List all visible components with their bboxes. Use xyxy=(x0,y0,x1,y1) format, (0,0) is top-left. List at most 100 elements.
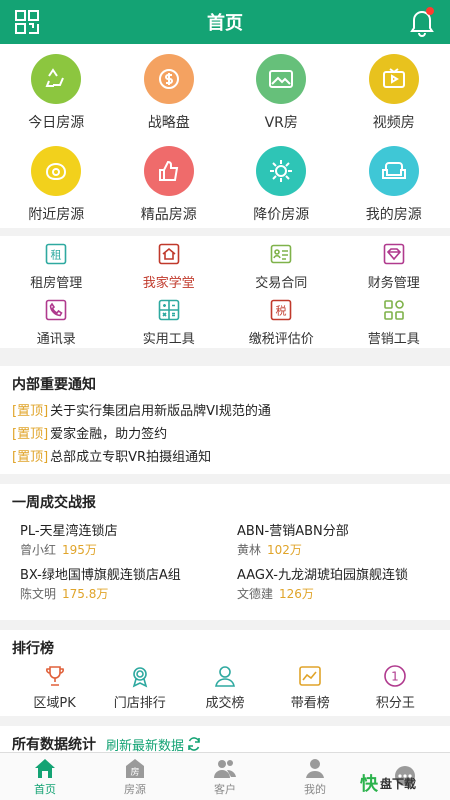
stats-title: 所有数据统计 xyxy=(12,737,96,753)
report-amount: 126万 xyxy=(279,587,314,601)
tool-item-7[interactable]: 营销工具 xyxy=(338,298,450,354)
tools-grid: 租租房管理 我家学堂 交易合同 财务管理 通讯录 实用工具税缴税评估价 营销工具 xyxy=(0,236,450,348)
vr-map-icon xyxy=(256,54,307,104)
report-item[interactable]: BX-绿地国博旗舰连锁店A组 陈文明 175.8万 xyxy=(20,564,237,602)
refresh-button[interactable]: 刷新最新数据 xyxy=(106,735,201,754)
rent-icon: 租 xyxy=(44,242,68,266)
ranking-item-4[interactable]: 1 积分王 xyxy=(353,664,438,711)
notice-text: 爱家金融，助力签约 xyxy=(50,427,168,442)
tab-label: 我的 xyxy=(304,782,326,796)
tab-1[interactable]: 房房源 xyxy=(90,753,180,800)
quick-entry-label: 我的房源 xyxy=(365,207,422,223)
watermark-a: 快 xyxy=(360,774,378,795)
trophy-icon xyxy=(43,664,67,688)
ranking-item-0[interactable]: 区域PK xyxy=(12,664,97,711)
report-item[interactable]: PL-天星湾连锁店 曾小红 195万 xyxy=(20,520,237,558)
ranking-section: 排行榜 区域PK 门店排行 成交榜 带看榜 1 积分王 xyxy=(0,630,450,716)
notice-text: 关于实行集团启用新版品牌VI规范的通 xyxy=(50,404,271,419)
ranking-label: 门店排行 xyxy=(113,696,166,711)
profile-icon xyxy=(303,757,327,779)
quick-entry-1[interactable]: 战略盘 xyxy=(113,54,226,146)
ranking-label: 成交榜 xyxy=(205,696,245,711)
notification-dot xyxy=(426,7,434,15)
tool-label: 财务管理 xyxy=(367,276,420,291)
tab-0[interactable]: 首页 xyxy=(0,753,90,800)
pinned-tag: [置顶] xyxy=(12,427,49,442)
tab-label: 客户 xyxy=(214,782,236,796)
report-amount: 102万 xyxy=(267,543,302,557)
notice-text: 总部成立专职VR拍摄组通知 xyxy=(50,450,212,465)
watermark-logo: 快 盘下载 xyxy=(360,770,444,796)
quick-entry-4[interactable]: 附近房源 xyxy=(0,146,113,238)
diamond-icon xyxy=(382,242,406,266)
quick-entry-5[interactable]: 精品房源 xyxy=(113,146,226,238)
tool-label: 我家学堂 xyxy=(142,276,195,291)
tool-item-2[interactable]: 交易合同 xyxy=(225,242,338,298)
quick-entry-3[interactable]: 视频房 xyxy=(338,54,450,146)
app-header: 首页 xyxy=(0,0,450,44)
contract-icon xyxy=(269,242,293,266)
chart-icon xyxy=(298,664,322,688)
svg-text:1: 1 xyxy=(392,670,400,684)
quick-entry-label: 今日房源 xyxy=(28,115,85,131)
tab-label: 房源 xyxy=(124,782,146,796)
medal-icon xyxy=(128,664,152,688)
report-store: BX-绿地国博旗舰连锁店A组 xyxy=(20,568,181,583)
sun-icon xyxy=(256,146,307,196)
scan-menu-icon[interactable] xyxy=(14,9,40,35)
ranking-item-2[interactable]: 成交榜 xyxy=(182,664,267,711)
tool-item-5[interactable]: 实用工具 xyxy=(113,298,226,354)
tool-label: 营销工具 xyxy=(367,332,420,347)
notice-item[interactable]: [置顶] 爱家金融，助力签约 xyxy=(12,421,438,444)
refresh-label: 刷新最新数据 xyxy=(106,738,185,754)
quick-entry-2[interactable]: VR房 xyxy=(225,54,338,146)
weekly-report-section: 一周成交战报 PL-天星湾连锁店 曾小红 195万 ABN-营销ABN分部 黄林 102万… xyxy=(0,484,450,620)
notice-item[interactable]: [置顶] 关于实行集团启用新版品牌VI规范的通 xyxy=(12,398,438,421)
report-item[interactable]: ABN-营销ABN分部 黄林 102万 xyxy=(237,520,437,558)
customers-icon xyxy=(213,757,237,779)
ranking-item-3[interactable]: 带看榜 xyxy=(268,664,353,711)
tool-item-3[interactable]: 财务管理 xyxy=(338,242,450,298)
stats-section: 所有数据统计 刷新最新数据 xyxy=(0,726,450,754)
tax-icon: 税 xyxy=(269,298,293,322)
notices-section: 内部重要通知 [置顶] 关于实行集团启用新版品牌VI规范的通 [置顶] 爱家金融，助力… xyxy=(0,366,450,474)
quick-entry-label: 视频房 xyxy=(372,115,415,131)
pinned-tag: [置顶] xyxy=(12,404,49,419)
svg-text:房: 房 xyxy=(130,766,139,778)
report-amount: 195万 xyxy=(62,543,97,557)
report-store: PL-天星湾连锁店 xyxy=(20,524,118,539)
home-icon xyxy=(33,757,57,779)
sofa-icon xyxy=(368,146,419,196)
report-title: 一周成交战报 xyxy=(12,495,96,511)
tool-item-6[interactable]: 税缴税评估价 xyxy=(225,298,338,354)
person-icon xyxy=(213,664,237,688)
quick-entry-0[interactable]: 今日房源 xyxy=(0,54,113,146)
ranking-title: 排行榜 xyxy=(12,641,54,657)
tool-label: 缴税评估价 xyxy=(248,332,314,347)
tool-item-1[interactable]: 我家学堂 xyxy=(113,242,226,298)
report-amount: 175.8万 xyxy=(62,587,109,601)
quick-entry-grid: 今日房源 战略盘 VR房 视频房 附近房源 精品房源 降价房源 我的房源 xyxy=(0,44,450,228)
report-item[interactable]: AAGX-九龙湖琥珀园旗舰连锁 文德建 126万 xyxy=(237,564,437,602)
ranking-item-1[interactable]: 门店排行 xyxy=(97,664,182,711)
number-one-icon: 1 xyxy=(383,664,407,688)
tab-3[interactable]: 我的 xyxy=(270,753,360,800)
pinned-tag: [置顶] xyxy=(12,450,49,465)
quick-entry-6[interactable]: 降价房源 xyxy=(225,146,338,238)
tool-label: 通讯录 xyxy=(36,332,76,347)
recycle-icon xyxy=(31,54,82,104)
watermark-b: 盘下载 xyxy=(380,776,417,791)
home-school-icon xyxy=(157,242,181,266)
tool-item-4[interactable]: 通讯录 xyxy=(0,298,113,354)
page-title: 首页 xyxy=(207,13,243,34)
report-person: 曾小红 xyxy=(20,543,57,557)
quick-entry-7[interactable]: 我的房源 xyxy=(338,146,450,238)
tab-2[interactable]: 客户 xyxy=(180,753,270,800)
report-store: AAGX-九龙湖琥珀园旗舰连锁 xyxy=(237,568,408,583)
report-store: ABN-营销ABN分部 xyxy=(237,524,349,539)
notice-item[interactable]: [置顶] 总部成立专职VR拍摄组通知 xyxy=(12,444,438,467)
tool-item-0[interactable]: 租租房管理 xyxy=(0,242,113,298)
video-icon xyxy=(368,54,419,104)
thumbs-up-icon xyxy=(143,146,194,196)
report-person: 黄林 xyxy=(237,543,262,557)
